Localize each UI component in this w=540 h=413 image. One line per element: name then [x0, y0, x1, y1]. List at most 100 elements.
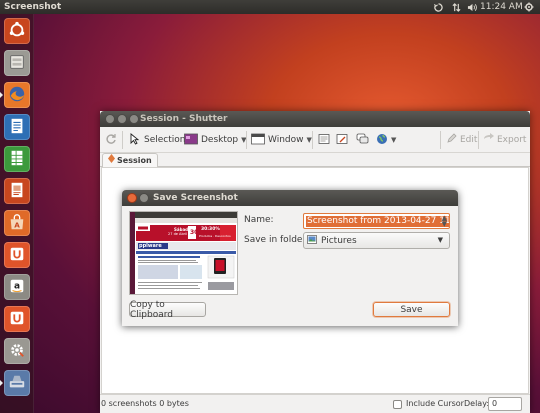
window-titlebar[interactable]: Session - Shutter: [100, 111, 530, 127]
clock[interactable]: 11:24 AM: [480, 0, 523, 14]
statusbar: 0 screenshots 0 bytes Include Cursor Del…: [100, 394, 530, 413]
pictures-folder-icon: [307, 234, 317, 247]
ubuntu-one-icon: [8, 245, 26, 266]
filename-value: Screenshot from 2013-04-27 11:23:58: [306, 216, 449, 227]
network-icon[interactable]: [450, 0, 462, 14]
impress-slide-icon: [8, 181, 26, 202]
running-indicator: [0, 380, 3, 386]
window-icon: [251, 133, 265, 148]
launcher-ubuntu-one-music[interactable]: [4, 306, 30, 332]
export-label: Export: [497, 135, 527, 145]
save-screenshot-dialog: Save Screenshot Sábado 27 de Abril à 30 …: [122, 190, 458, 326]
volume-icon[interactable]: [466, 0, 478, 14]
edit-label: Edit: [460, 135, 478, 145]
launcher-libreoffice-calc[interactable]: [4, 146, 30, 172]
window-title: Session - Shutter: [140, 114, 228, 124]
desktop-label: Desktop: [201, 135, 239, 145]
running-indicator: [0, 92, 3, 98]
export-button[interactable]: Export: [483, 132, 526, 148]
selection-capture-button[interactable]: Selection: [129, 132, 185, 148]
launcher-libreoffice-writer[interactable]: [4, 114, 30, 140]
save-folder-label: Save in folder:: [244, 235, 310, 245]
name-label: Name:: [244, 215, 274, 225]
tab-session[interactable]: Session: [102, 153, 158, 167]
selection-label: Selection: [144, 135, 186, 145]
maximize-window-button[interactable]: [129, 114, 139, 124]
tooltip-edit-icon: [336, 133, 348, 148]
copy-to-clipboard-button[interactable]: Copy to Clipboard: [129, 299, 206, 320]
svg-text:a: a: [14, 281, 20, 291]
copy-button-label: Copy to Clipboard: [130, 299, 173, 320]
launcher-system-settings[interactable]: [4, 338, 30, 364]
launcher-dash-home[interactable]: [4, 18, 30, 44]
screenshot-count: 0 screenshots 0 bytes: [101, 399, 189, 408]
file-cabinet-icon: [8, 53, 26, 74]
ubuntu-one-music-icon: [8, 309, 26, 330]
globe-capture-button[interactable]: ▼: [376, 132, 396, 148]
speech-bubbles-icon: [356, 133, 369, 148]
launcher-shutter[interactable]: [0, 370, 30, 396]
edit-button[interactable]: Edit: [446, 132, 477, 148]
dialog-title: Save Screenshot: [153, 193, 238, 203]
close-dialog-button[interactable]: [127, 193, 137, 203]
launcher-firefox[interactable]: [0, 82, 30, 108]
svg-text:A: A: [14, 220, 20, 229]
globe-icon: [376, 133, 388, 148]
launcher-ubuntu-software-center[interactable]: A: [4, 210, 30, 236]
redo-capture-button[interactable]: [105, 132, 117, 148]
launcher-libreoffice-impress[interactable]: [4, 178, 30, 204]
ubuntu-logo-icon: [8, 21, 26, 42]
launcher-amazon[interactable]: a: [4, 274, 30, 300]
panel-app-title: Screenshot: [4, 2, 62, 12]
firefox-icon: [8, 85, 26, 106]
delay-spinbox[interactable]: 0: [488, 397, 522, 411]
writer-doc-icon: [8, 117, 26, 138]
save-button-label: Save: [400, 304, 423, 315]
launcher-files[interactable]: [4, 50, 30, 76]
minimize-dialog-button[interactable]: [139, 193, 149, 203]
include-cursor-checkbox[interactable]: [393, 400, 402, 409]
delay-label: Delay:: [464, 399, 490, 408]
thumb-banner-date: 27 de Abril à: [168, 232, 191, 236]
tooltip-capture-button[interactable]: [336, 132, 348, 148]
power-gear-icon[interactable]: [522, 0, 536, 14]
toolbar: Selection Desktop ▼ Window ▼ ▼ Edit Expo…: [100, 127, 530, 153]
save-folder-value: Pictures: [321, 235, 357, 246]
calc-sheet-icon: [8, 149, 26, 170]
chevron-down-icon[interactable]: ▼: [391, 136, 396, 144]
shutter-scanner-icon: [8, 373, 26, 394]
edit-pencil-icon: [446, 133, 457, 147]
software-center-bag-icon: A: [8, 213, 26, 234]
filename-spin-arrows-icon[interactable]: ▲ ▼: [442, 215, 447, 228]
chevron-down-icon: ▼: [437, 236, 443, 244]
thumb-banner-sub: Produtos · Descontos: [199, 234, 231, 238]
window-label: Window: [268, 135, 304, 145]
selection-cursor-icon: [129, 132, 141, 148]
settings-gear-icon: [8, 341, 26, 362]
dialog-titlebar[interactable]: Save Screenshot: [122, 190, 458, 206]
session-tabbar: Session: [100, 153, 530, 167]
screenshot-thumbnail: Sábado 27 de Abril à 30 30:30% Produtos …: [129, 211, 238, 295]
tab-session-label: Session: [117, 156, 152, 165]
menu-window-icon: [318, 133, 330, 148]
window-capture-button[interactable]: Window ▼: [251, 132, 312, 148]
top-panel: Screenshot 11:24 AM: [0, 0, 540, 14]
menu-capture-button[interactable]: [318, 132, 330, 148]
session-tab-icon: [108, 154, 115, 167]
minimize-window-button[interactable]: [117, 114, 127, 124]
save-button[interactable]: Save: [373, 302, 450, 317]
desktop-capture-button[interactable]: Desktop ▼: [184, 132, 247, 148]
close-window-button[interactable]: [105, 114, 115, 124]
launcher-ubuntu-one[interactable]: [4, 242, 30, 268]
thumb-banner-number: 30: [190, 229, 199, 236]
include-cursor-label: Include Cursor: [406, 399, 464, 408]
filename-input[interactable]: Screenshot from 2013-04-27 11:23:58 ▲▼: [303, 213, 450, 229]
web-capture-button[interactable]: [356, 132, 369, 148]
refresh-icon: [105, 133, 117, 148]
desktop-icon: [184, 133, 198, 148]
export-arrow-icon: [483, 133, 494, 147]
save-folder-select[interactable]: Pictures ▼: [303, 232, 450, 249]
sync-icon[interactable]: [432, 0, 444, 14]
launcher: A a: [0, 14, 34, 413]
thumb-site-logo: pplware: [139, 243, 162, 249]
